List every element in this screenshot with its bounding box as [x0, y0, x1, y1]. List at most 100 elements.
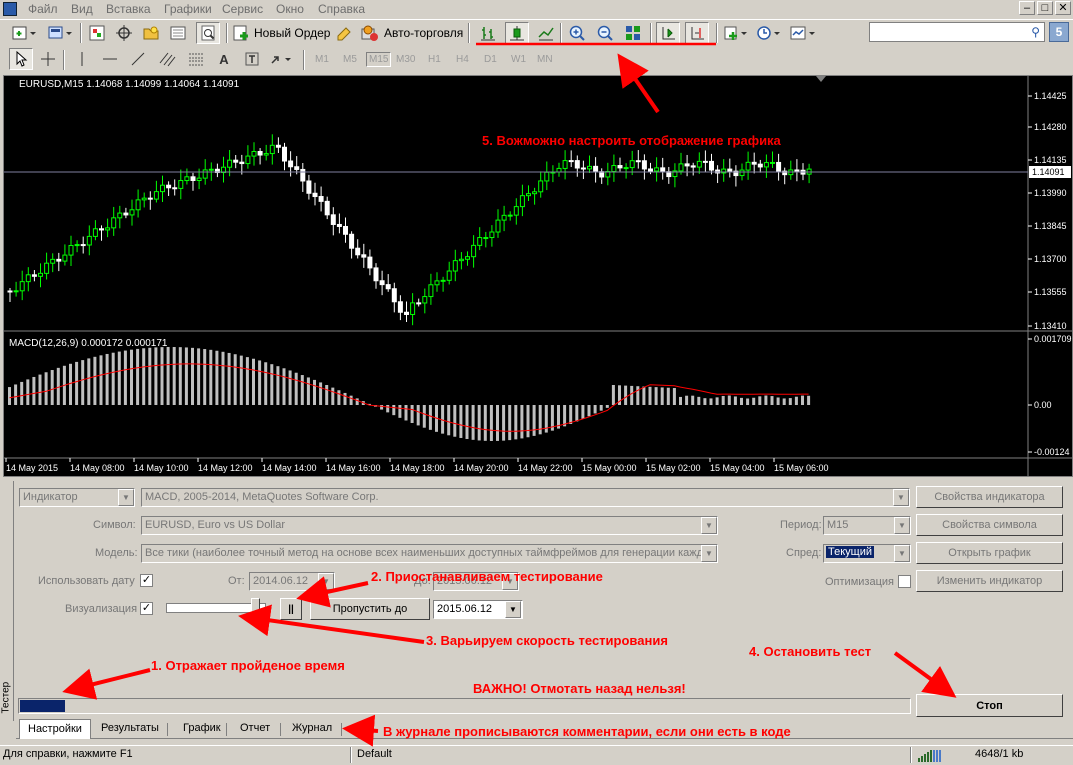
candlestick-button[interactable]: [505, 22, 529, 44]
periods-button[interactable]: [754, 22, 784, 44]
profiles-button[interactable]: [44, 22, 76, 44]
crosshair-tool-button[interactable]: [36, 48, 60, 70]
macd-bar: [788, 398, 792, 405]
bar-chart-button[interactable]: [476, 22, 500, 44]
candle-body: [678, 163, 684, 172]
vertical-line-button[interactable]: [70, 48, 94, 70]
search-icon[interactable]: ⚲: [1031, 25, 1040, 39]
minimize-button[interactable]: –: [1019, 1, 1035, 15]
macd-bar: [703, 398, 707, 405]
symbol-select[interactable]: EURUSD, Euro vs US Dollar: [141, 516, 718, 535]
tab-settings[interactable]: Настройки: [19, 719, 91, 739]
tab-results[interactable]: Результаты: [93, 719, 167, 739]
spread-label: Спред:: [786, 547, 822, 559]
search-input[interactable]: ⚲: [869, 22, 1045, 42]
chevron-down-icon[interactable]: ▼: [893, 489, 909, 506]
chevron-down-icon[interactable]: ▼: [894, 517, 910, 534]
close-button[interactable]: ✕: [1055, 1, 1071, 15]
chevron-down-icon[interactable]: ▼: [118, 489, 134, 506]
pause-button[interactable]: ||: [280, 598, 302, 620]
menu-window[interactable]: Окно: [276, 2, 304, 16]
market-watch-button[interactable]: [85, 22, 109, 44]
line-chart-button[interactable]: [534, 22, 558, 44]
candle-body: [428, 284, 434, 298]
stop-button[interactable]: Стоп: [916, 694, 1063, 717]
macd-bar: [624, 385, 628, 405]
new-chart-button[interactable]: [8, 22, 40, 44]
connection-status-icon[interactable]: [918, 749, 942, 762]
tab-graph[interactable]: График: [175, 719, 229, 739]
terminal-button[interactable]: [166, 22, 190, 44]
tf-m15[interactable]: M15: [366, 52, 392, 67]
channel-button[interactable]: [155, 48, 179, 70]
tf-mn[interactable]: MN: [537, 54, 553, 65]
menu-bar: Файл Вид Вставка Графики Сервис Окно Спр…: [0, 0, 1073, 18]
text-label-button[interactable]: [240, 48, 264, 70]
expert-editor-button[interactable]: [332, 22, 356, 44]
tf-m5[interactable]: M5: [343, 54, 357, 65]
macd-bar: [75, 361, 79, 405]
trendline-button[interactable]: [126, 48, 150, 70]
new-order-button[interactable]: Новый Ордер: [232, 22, 330, 44]
chevron-down-icon[interactable]: ▼: [701, 545, 717, 562]
folder-button[interactable]: [139, 22, 163, 44]
tf-h4[interactable]: H4: [456, 54, 469, 65]
navigator-button[interactable]: [112, 22, 136, 44]
menu-tools[interactable]: Сервис: [222, 2, 263, 16]
candle-body: [446, 270, 452, 281]
tab-journal[interactable]: Журнал: [284, 719, 340, 739]
macd-bar: [130, 349, 133, 405]
candle-body: [275, 144, 281, 148]
tf-m1[interactable]: M1: [315, 54, 329, 65]
autotrade-button[interactable]: Авто-торговля: [360, 22, 464, 44]
candle-body: [684, 163, 690, 167]
tab-report[interactable]: Отчет: [232, 719, 278, 739]
macd-bar: [801, 395, 804, 405]
speed-slider-thumb[interactable]: [251, 598, 260, 616]
arrows-button[interactable]: [268, 48, 296, 70]
use-date-checkbox[interactable]: ✓: [140, 574, 153, 587]
strategy-tester-button[interactable]: [196, 22, 220, 44]
candle-body: [739, 169, 745, 177]
chevron-down-icon[interactable]: ▼: [701, 517, 717, 534]
autoscroll-button[interactable]: [656, 22, 680, 44]
fibonacci-button[interactable]: [184, 48, 208, 70]
tf-w1[interactable]: W1: [511, 54, 526, 65]
skip-to-button[interactable]: Пропустить до: [310, 598, 430, 620]
chart-shift-button[interactable]: [685, 22, 709, 44]
tf-m30[interactable]: M30: [396, 54, 415, 65]
menu-help[interactable]: Справка: [318, 2, 365, 16]
modify-indicator-button[interactable]: Изменить индикатор: [916, 570, 1063, 592]
cursor-tool-button[interactable]: [9, 48, 33, 70]
horizontal-line-button[interactable]: [98, 48, 122, 70]
menu-insert[interactable]: Вставка: [106, 2, 151, 16]
zoom-out-button[interactable]: [593, 22, 617, 44]
community-badge[interactable]: 5: [1049, 22, 1069, 42]
tf-h1[interactable]: H1: [428, 54, 441, 65]
templates-button[interactable]: [788, 22, 818, 44]
optimization-checkbox[interactable]: [898, 575, 911, 588]
chevron-down-icon[interactable]: ▼: [318, 573, 334, 590]
model-select[interactable]: Все тики (наиболее точный метод на основ…: [141, 544, 718, 563]
menu-charts[interactable]: Графики: [164, 2, 212, 16]
zoom-in-button[interactable]: [565, 22, 589, 44]
visualization-checkbox[interactable]: ✓: [140, 602, 153, 615]
speed-slider[interactable]: [166, 598, 266, 616]
chevron-down-icon[interactable]: ▼: [894, 545, 910, 562]
chevron-down-icon[interactable]: ▼: [505, 601, 521, 618]
restore-button[interactable]: □: [1037, 1, 1053, 15]
indicator-properties-button[interactable]: Свойства индикатора: [916, 486, 1063, 508]
tf-d1[interactable]: D1: [484, 54, 497, 65]
annotation-3: 3. Варьируем скорость тестирования: [426, 633, 668, 648]
macd-bar: [69, 363, 72, 405]
menu-view[interactable]: Вид: [71, 2, 93, 16]
symbol-properties-button[interactable]: Свойства символа: [916, 514, 1063, 536]
candle-body: [477, 237, 483, 246]
menu-file[interactable]: Файл: [28, 2, 58, 16]
expert-name-select[interactable]: MACD, 2005-2014, MetaQuotes Software Cor…: [141, 488, 910, 507]
macd-bar: [209, 349, 213, 405]
tile-windows-button[interactable]: [621, 22, 645, 44]
text-tool-button[interactable]: A: [212, 48, 236, 70]
open-chart-button[interactable]: Открыть график: [916, 542, 1063, 564]
indicators-button[interactable]: [721, 22, 751, 44]
